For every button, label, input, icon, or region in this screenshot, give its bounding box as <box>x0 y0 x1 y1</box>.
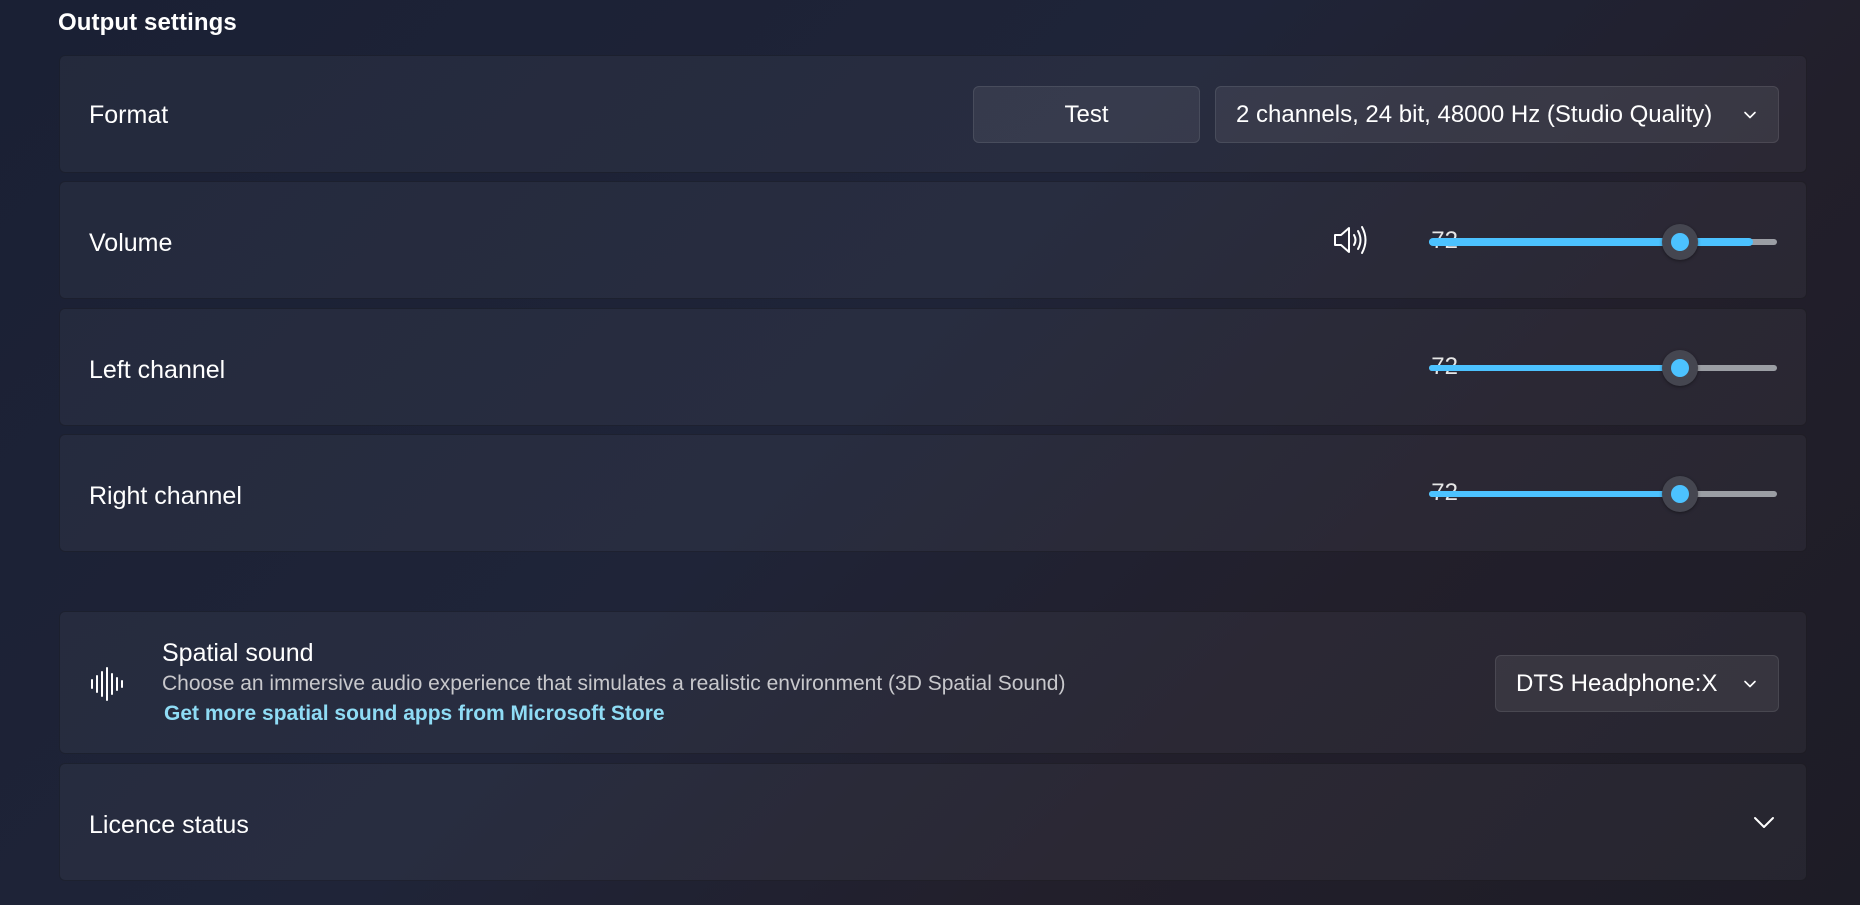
chevron-down-icon <box>1742 676 1758 692</box>
left-channel-card: Left channel 72 <box>59 308 1807 426</box>
right-channel-label: Right channel <box>89 482 242 510</box>
volume-label: Volume <box>89 229 173 257</box>
volume-slider[interactable] <box>1429 222 1777 262</box>
left-channel-slider[interactable] <box>1429 348 1777 388</box>
left-channel-slider-thumb[interactable] <box>1661 350 1698 386</box>
left-channel-label: Left channel <box>89 356 226 384</box>
format-card: Format Test 2 channels, 24 bit, 48000 Hz… <box>59 55 1807 173</box>
expand-chevron-icon[interactable] <box>1752 812 1776 832</box>
format-dropdown-value: 2 channels, 24 bit, 48000 Hz (Studio Qua… <box>1236 100 1713 128</box>
licence-status-card[interactable]: Licence status <box>59 763 1807 881</box>
spatial-sound-dropdown[interactable]: DTS Headphone:X <box>1495 655 1779 712</box>
volume-card: Volume 72 <box>59 181 1807 299</box>
right-channel-slider-thumb[interactable] <box>1661 476 1698 512</box>
right-channel-card: Right channel 72 <box>59 434 1807 552</box>
microsoft-store-link[interactable]: Get more spatial sound apps from Microso… <box>164 702 665 726</box>
chevron-down-icon <box>1742 107 1758 123</box>
format-dropdown[interactable]: 2 channels, 24 bit, 48000 Hz (Studio Qua… <box>1215 86 1779 143</box>
volume-slider-thumb[interactable] <box>1661 224 1698 260</box>
spatial-sound-card: Spatial sound Choose an immersive audio … <box>59 611 1807 754</box>
test-button[interactable]: Test <box>973 86 1200 143</box>
speaker-icon[interactable] <box>1332 224 1372 256</box>
sound-wave-icon <box>90 666 126 702</box>
spatial-sound-description: Choose an immersive audio experience tha… <box>162 672 1066 695</box>
right-channel-slider[interactable] <box>1429 474 1777 514</box>
spatial-sound-dropdown-value: DTS Headphone:X <box>1516 669 1718 697</box>
spatial-sound-title: Spatial sound <box>162 639 314 667</box>
test-button-label: Test <box>1064 100 1109 128</box>
section-title: Output settings <box>58 9 237 36</box>
licence-status-label: Licence status <box>89 811 249 839</box>
format-label: Format <box>89 101 169 129</box>
